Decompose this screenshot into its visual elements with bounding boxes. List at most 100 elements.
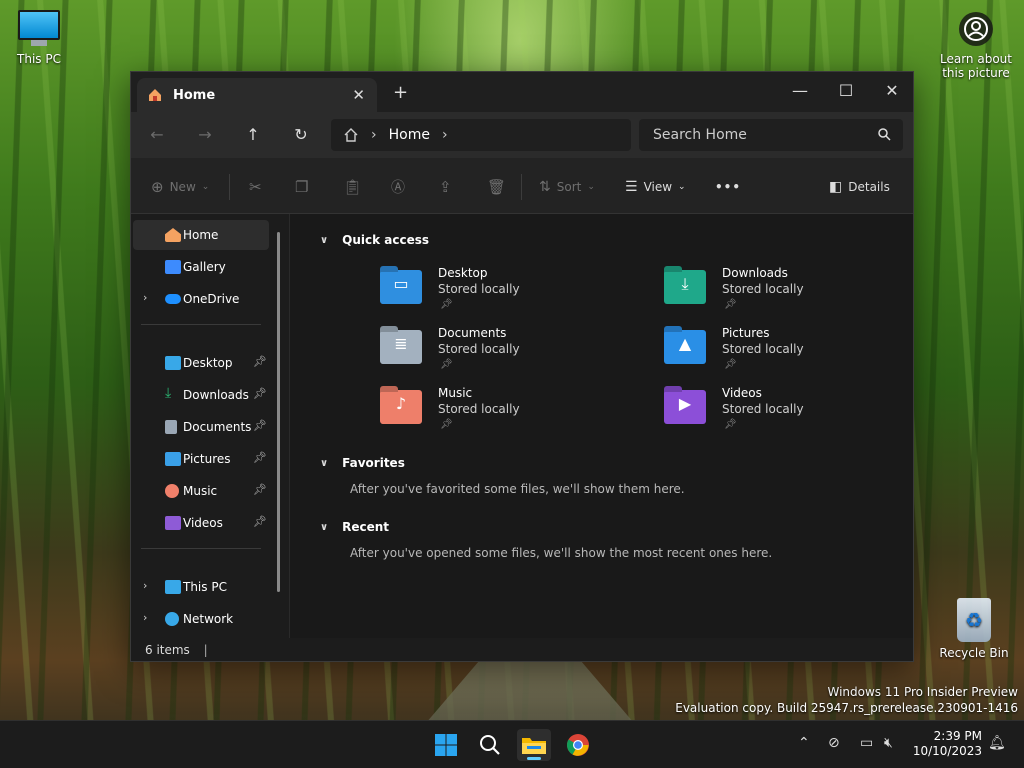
sidebar-item-home[interactable]: Home: [133, 220, 269, 250]
quick-access-item-desktop[interactable]: ▭ Desktop Stored locally 📌︎: [380, 266, 610, 322]
sidebar-item-videos[interactable]: Videos 📌︎: [133, 508, 269, 538]
sidebar-item-gallery[interactable]: Gallery: [133, 252, 269, 282]
learn-label-1: Learn about: [940, 52, 1012, 66]
learn-label-2: this picture: [942, 66, 1010, 80]
pin-icon[interactable]: 📌︎: [253, 483, 267, 496]
more-options-button[interactable]: •••: [715, 176, 741, 198]
sidebar-item-downloads[interactable]: ⤓ Downloads 📌︎: [133, 380, 269, 410]
forward-button[interactable]: →: [191, 122, 219, 148]
maximize-button[interactable]: ☐: [823, 78, 869, 104]
quick-access-item-documents[interactable]: ≣ Documents Stored locally 📌︎: [380, 326, 610, 382]
taskbar-clock[interactable]: 2:39 PM 10/10/2023: [913, 729, 982, 759]
network-status-icon[interactable]: ⊘: [828, 735, 840, 751]
show-hidden-icons-button[interactable]: ⌃: [798, 735, 810, 751]
start-button[interactable]: [429, 729, 463, 761]
delete-icon[interactable]: 🗑︎: [487, 176, 506, 198]
search-input[interactable]: Search Home: [639, 119, 903, 151]
details-button[interactable]: ◧ Details: [829, 176, 890, 198]
title-bar: Home ✕ + — ☐ ✕: [131, 72, 913, 112]
sidebar-item-desktop[interactable]: Desktop 📌︎: [133, 348, 269, 378]
collapse-chevron-icon: ∨: [320, 457, 329, 469]
recycle-bin-icon: ♻: [957, 598, 991, 642]
rename-icon[interactable]: Ⓐ: [391, 176, 405, 198]
status-bar: 6 items |: [131, 638, 913, 661]
sort-icon: ⇅: [539, 179, 551, 195]
chevron-down-icon: ⌄: [587, 182, 595, 192]
recent-empty-message: After you've opened some files, we'll sh…: [350, 546, 773, 560]
refresh-button[interactable]: ↻: [287, 122, 315, 148]
home-icon: [149, 89, 161, 101]
expand-chevron-icon[interactable]: ›: [143, 611, 147, 624]
network-icon: [165, 612, 179, 626]
gallery-icon: [165, 260, 181, 274]
quick-access-header[interactable]: ∨ Quick access: [320, 233, 429, 247]
recent-header[interactable]: ∨ Recent: [320, 520, 389, 534]
pin-icon[interactable]: 📌︎: [253, 387, 267, 400]
search-placeholder: Search Home: [653, 127, 747, 143]
cloud-icon: [165, 294, 181, 304]
content-pane: ∨ Quick access ▭ Desktop Stored locally …: [289, 214, 913, 638]
breadcrumb-chevron-icon: ›: [371, 127, 377, 143]
volume-muted-icon[interactable]: 🔇︎: [884, 735, 893, 751]
copy-icon[interactable]: ❐: [295, 176, 308, 198]
chrome-icon: [567, 734, 589, 756]
music-icon: [165, 484, 179, 498]
sidebar-item-this-pc[interactable]: › This PC: [133, 572, 269, 602]
tab-home[interactable]: Home ✕: [137, 78, 377, 112]
tab-title: Home: [173, 87, 216, 103]
quick-access-item-downloads[interactable]: ⤓ Downloads Stored locally 📌︎: [664, 266, 894, 322]
document-icon: [165, 420, 177, 434]
address-bar[interactable]: › Home ›: [331, 119, 631, 151]
pin-icon[interactable]: 📌︎: [253, 419, 267, 432]
breadcrumb-current[interactable]: Home: [389, 127, 430, 143]
desktop-icon-this-pc[interactable]: This PC: [10, 10, 68, 66]
sidebar-item-onedrive[interactable]: › OneDrive: [133, 284, 269, 314]
search-taskbar-button[interactable]: [473, 729, 507, 761]
pin-icon: 📌︎: [440, 419, 453, 430]
display-icon[interactable]: ▭: [860, 735, 873, 751]
share-icon[interactable]: ⇪: [439, 176, 452, 198]
evaluation-watermark: Windows 11 Pro Insider Preview Evaluatio…: [675, 685, 1018, 715]
up-button[interactable]: ↑: [239, 122, 267, 148]
pin-icon[interactable]: 📌︎: [253, 515, 267, 528]
quick-access-item-videos[interactable]: ▶ Videos Stored locally 📌︎: [664, 386, 894, 442]
new-tab-button[interactable]: +: [393, 82, 408, 103]
favorites-header[interactable]: ∨ Favorites: [320, 456, 405, 470]
pin-icon[interactable]: 📌︎: [253, 451, 267, 464]
quick-access-item-music[interactable]: ♪ Music Stored locally 📌︎: [380, 386, 610, 442]
close-button[interactable]: ✕: [869, 78, 913, 104]
pin-icon: 📌︎: [440, 299, 453, 310]
videos-icon: [165, 516, 181, 530]
breadcrumb-chevron-icon[interactable]: ›: [442, 127, 448, 143]
chrome-taskbar-button[interactable]: [561, 729, 595, 761]
favorites-empty-message: After you've favorited some files, we'll…: [350, 482, 685, 496]
file-explorer-taskbar-button[interactable]: [517, 729, 551, 761]
back-button[interactable]: ←: [143, 122, 171, 148]
pin-icon[interactable]: 📌︎: [253, 355, 267, 368]
learn-about-picture[interactable]: Learn about this picture: [936, 12, 1016, 80]
pin-icon: 📌︎: [724, 299, 737, 310]
notifications-bell-icon[interactable]: 🔔︎: [988, 735, 1006, 751]
sidebar-item-network[interactable]: › Network: [133, 604, 269, 634]
desktop-icon-label: This PC: [17, 52, 61, 66]
desktop-icon-recycle-bin[interactable]: ♻ Recycle Bin: [932, 598, 1016, 660]
view-button[interactable]: ☰ View ⌄: [625, 176, 686, 198]
clock-date: 10/10/2023: [912, 744, 982, 758]
sidebar-item-pictures[interactable]: Pictures 📌︎: [133, 444, 269, 474]
tab-close-icon[interactable]: ✕: [352, 86, 365, 104]
desktop-folder-icon: [165, 356, 181, 370]
sidebar-scrollbar[interactable]: [277, 232, 280, 592]
paste-icon[interactable]: 📋︎: [343, 176, 362, 198]
new-button[interactable]: ⊕ New ⌄: [151, 176, 209, 198]
pictures-icon: [165, 452, 181, 466]
sort-button[interactable]: ⇅ Sort ⌄: [539, 176, 595, 198]
expand-chevron-icon[interactable]: ›: [143, 291, 147, 304]
cut-icon[interactable]: ✂: [249, 176, 262, 198]
minimize-button[interactable]: —: [777, 78, 823, 104]
sidebar-item-music[interactable]: Music 📌︎: [133, 476, 269, 506]
sidebar-item-documents[interactable]: Documents 📌︎: [133, 412, 269, 442]
expand-chevron-icon[interactable]: ›: [143, 579, 147, 592]
chevron-down-icon: ⌄: [678, 182, 686, 192]
details-pane-icon: ◧: [829, 179, 843, 195]
quick-access-item-pictures[interactable]: ▲ Pictures Stored locally 📌︎: [664, 326, 894, 382]
